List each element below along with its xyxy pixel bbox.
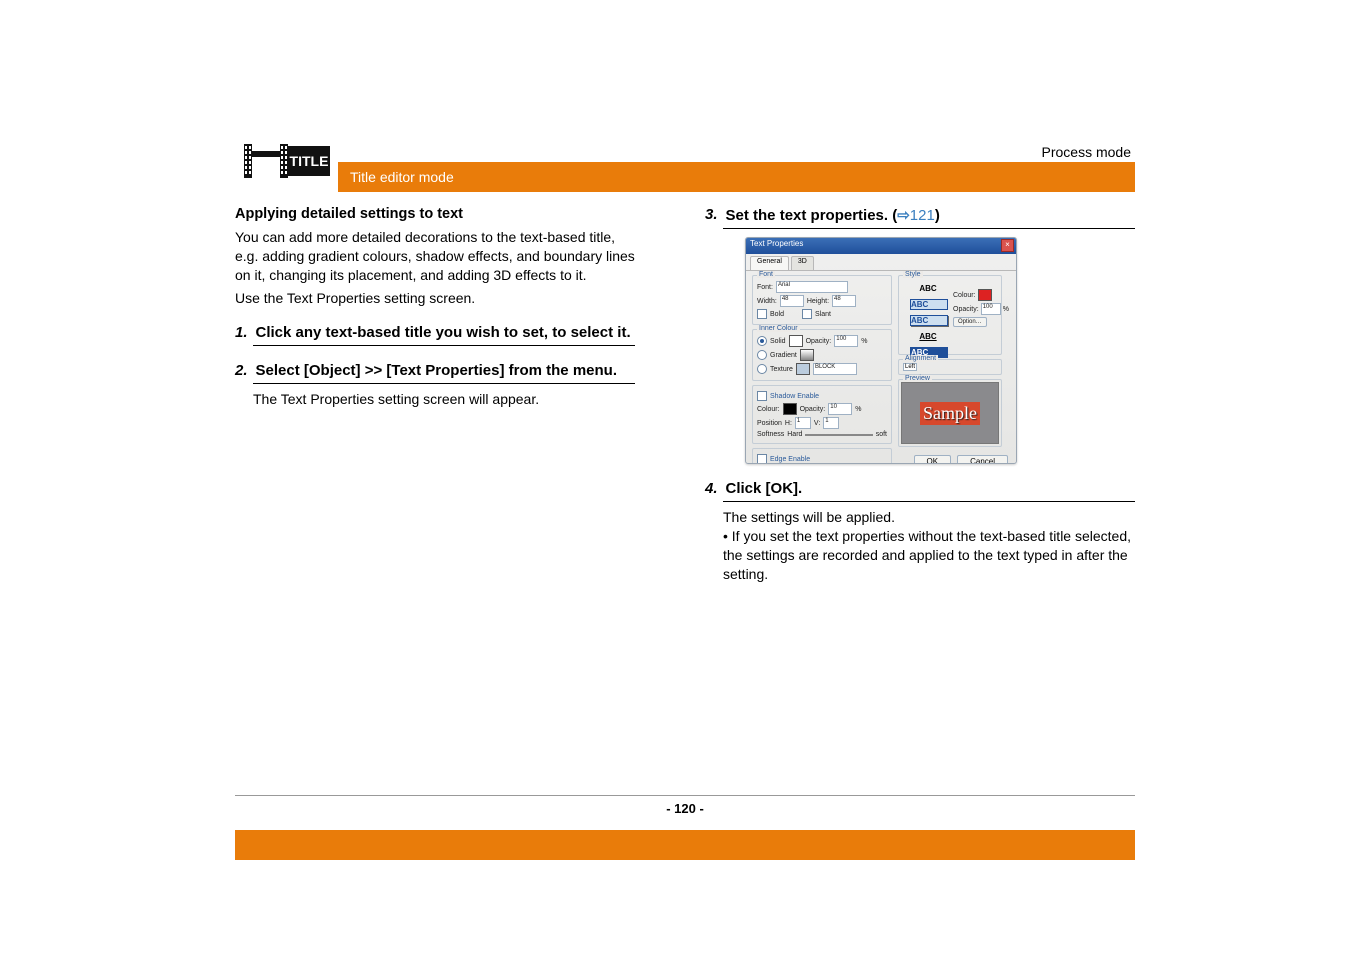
preview-sample-text: Sample [920,402,980,425]
intro-paragraph-2: Use the Text Properties setting screen. [235,289,635,308]
style-opacity-label: Opacity: [953,306,979,313]
intro-paragraph-1: You can add more detailed decorations to… [235,228,635,285]
shadow-opacity-input[interactable]: 10 [828,403,852,415]
bold-label: Bold [770,311,784,318]
link-arrow-icon: ⇨ [897,206,910,224]
position-label: Position [757,420,782,427]
width-input[interactable]: 48 [780,295,804,307]
bold-checkbox[interactable] [757,309,767,319]
shadow-colour-swatch[interactable] [783,403,797,415]
hard-label: Hard [787,431,802,438]
ok-button[interactable]: OK [914,455,952,464]
style-option-plain[interactable]: ABC [905,281,951,295]
step-text: Click any text-based title you wish to s… [256,324,631,341]
percent-label: % [861,338,867,345]
edge-enable-checkbox[interactable] [757,454,767,464]
style-colour-swatch[interactable] [978,289,992,301]
softness-slider[interactable] [805,434,872,436]
footer-band [235,830,1135,860]
text-properties-dialog: Text Properties × General 3D Font Font: … [745,237,1017,464]
texture-label: Texture [770,366,793,373]
step-divider [723,501,1135,502]
close-icon[interactable]: × [1001,239,1014,252]
pos-v-input[interactable]: 1 [823,417,839,429]
shadow-opacity-label: Opacity: [800,406,826,413]
step-number: 1. [235,324,248,341]
solid-radio[interactable] [757,336,767,346]
step-result-text: The Text Properties setting screen will … [253,390,635,409]
edge-group-label: Edge Enable [770,456,810,463]
height-input[interactable]: 48 [832,295,856,307]
step-text: Set the text properties. (⇨121) [726,206,940,224]
tab-3d[interactable]: 3D [791,256,814,270]
step-text: Select [Object] >> [Text Properties] fro… [256,362,617,379]
page-number: - 120 - [666,801,704,816]
process-mode-label: Process mode [1042,144,1131,160]
slant-label: Slant [815,311,831,318]
gradient-swatch[interactable] [800,349,814,361]
font-dropdown[interactable]: Arial [776,281,848,293]
step-number: 4. [705,480,718,497]
dialog-titlebar: Text Properties × [746,238,1016,254]
style-group-label: Style [903,271,923,278]
page-cross-reference[interactable]: 121 [910,207,935,224]
preview-group-label: Preview [903,375,932,382]
height-label: Height: [807,298,829,305]
texture-mode-dropdown[interactable]: BLOCK [813,363,857,375]
opacity-label: Opacity: [806,338,832,345]
svg-text:TITLE: TITLE [289,153,328,169]
subsection-heading: Applying detailed settings to text [235,206,635,222]
step-text-prefix: Set the text properties. ( [726,207,898,224]
texture-swatch[interactable] [796,363,810,375]
pos-h-input[interactable]: 1 [795,417,811,429]
pos-h-label: H: [785,420,792,427]
softness-label: Softness [757,431,784,438]
section-title: Title editor mode [350,169,454,185]
step-text-suffix: ) [935,207,940,224]
step-text: Click [OK]. [726,480,803,497]
style-colour-label: Colour: [953,292,976,299]
tab-general[interactable]: General [750,256,789,270]
style-option-border[interactable]: ABC [910,299,948,310]
texture-radio[interactable] [757,364,767,374]
width-label: Width: [757,298,777,305]
gradient-label: Gradient [770,352,797,359]
slant-checkbox[interactable] [802,309,812,319]
solid-label: Solid [770,338,786,345]
pos-v-label: V: [814,420,820,427]
preview-area: Sample [901,382,999,444]
gradient-radio[interactable] [757,350,767,360]
section-band: Title editor mode [338,162,1135,192]
percent-label: % [855,406,861,413]
step-result-text: The settings will be applied. [723,508,1135,527]
font-group-label: Font [757,271,775,278]
step-note-bullet: • If you set the text properties without… [723,527,1135,584]
step-number: 3. [705,206,718,224]
style-opacity-input[interactable]: 100 [981,303,1001,315]
shadow-group-label: Shadow Enable [770,393,819,400]
step-divider [253,383,635,384]
filmstrip-icon: TITLE [242,136,332,186]
step-divider [253,345,635,346]
style-option-button[interactable]: Option… [953,317,987,327]
alignment-dropdown[interactable]: Left [903,363,917,371]
dialog-title-text: Text Properties [750,239,803,248]
soft-label: soft [876,431,887,438]
alignment-group-label: Alignment [903,355,938,362]
step-number: 2. [235,362,248,379]
font-label: Font: [757,284,773,291]
style-option-shadow[interactable]: ABC [910,315,948,326]
opacity-input[interactable]: 100 [834,335,858,347]
title-logo: TITLE [235,130,338,192]
percent-label: % [1003,306,1009,313]
inner-colour-group-label: Inner Colour [757,325,800,332]
cancel-button[interactable]: Cancel [957,455,1008,464]
shadow-enable-checkbox[interactable] [757,391,767,401]
step-divider [723,228,1135,229]
footer-divider [235,795,1135,796]
shadow-colour-label: Colour: [757,406,780,413]
style-option-underline[interactable]: ABC [905,329,951,343]
solid-colour-swatch[interactable] [789,335,803,347]
dialog-tabs: General 3D [746,254,1016,271]
